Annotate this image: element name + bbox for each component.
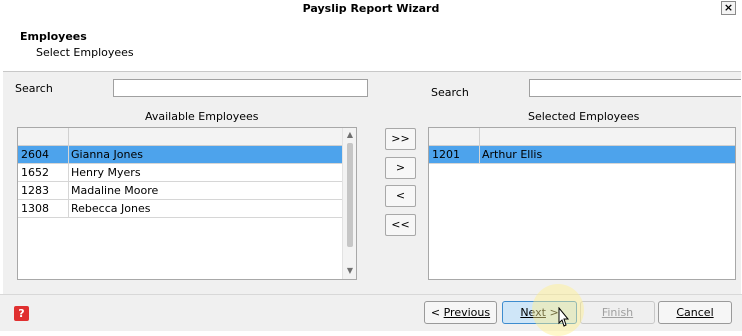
- scroll-down-icon[interactable]: ▼: [343, 265, 356, 277]
- help-icon[interactable]: ?: [14, 306, 29, 321]
- grid-header: [429, 128, 735, 146]
- wizard-body: Search Available Employees 2604 Gianna Jo…: [3, 71, 741, 295]
- left-search-input[interactable]: [113, 79, 368, 97]
- step-title: Employees: [20, 30, 87, 43]
- wizard-header: Employees Select Employees: [0, 18, 742, 71]
- previous-prefix: <: [430, 306, 444, 319]
- finish-button[interactable]: Finish: [580, 301, 655, 324]
- cancel-label: Cancel: [676, 306, 714, 319]
- remove-selected-button[interactable]: <: [385, 185, 416, 207]
- mouse-cursor-icon: [558, 307, 570, 327]
- available-employees-grid[interactable]: 2604 Gianna Jones 1652 Henry Myers 1283 Madal…: [17, 127, 357, 280]
- employee-id: 1652: [21, 166, 49, 179]
- previous-button[interactable]: < Previous: [424, 301, 497, 324]
- scroll-up-icon[interactable]: ▲: [343, 129, 356, 141]
- right-search-input[interactable]: [529, 79, 741, 97]
- employee-row[interactable]: 1308 Rebecca Jones: [18, 200, 342, 218]
- window-title: Payslip Report Wizard: [302, 2, 440, 15]
- employee-id: 1201: [432, 148, 460, 161]
- selected-employees-title: Selected Employees: [528, 110, 640, 123]
- grid-header: [18, 128, 356, 146]
- employee-name: Madaline Moore: [71, 184, 159, 197]
- employee-row[interactable]: 1201 Arthur Ellis: [429, 146, 735, 164]
- employee-row[interactable]: 1652 Henry Myers: [18, 164, 342, 182]
- available-grid-scrollbar[interactable]: ▲ ▼: [342, 128, 356, 279]
- employee-id: 1283: [21, 184, 49, 197]
- finish-label: Finish: [601, 306, 634, 319]
- title-bar: Payslip Report Wizard ×: [0, 0, 742, 18]
- wizard-footer: ? < Previous Next > Finish Cancel: [0, 294, 742, 331]
- scroll-thumb[interactable]: [347, 143, 353, 247]
- column-separator: [68, 164, 69, 181]
- previous-label: Previous: [443, 306, 491, 319]
- add-all-button[interactable]: >>: [385, 128, 416, 150]
- left-search-label: Search: [15, 82, 53, 95]
- add-selected-button[interactable]: >: [385, 157, 416, 179]
- employee-name: Arthur Ellis: [482, 148, 543, 161]
- employee-name: Henry Myers: [71, 166, 141, 179]
- column-separator: [479, 146, 480, 163]
- right-search-label: Search: [431, 86, 469, 99]
- employee-row[interactable]: 2604 Gianna Jones: [18, 146, 342, 164]
- close-button[interactable]: ×: [721, 1, 736, 15]
- available-employees-title: Available Employees: [145, 110, 259, 123]
- employee-row[interactable]: 1283 Madaline Moore: [18, 182, 342, 200]
- remove-all-button[interactable]: <<: [385, 214, 416, 236]
- employee-id: 1308: [21, 202, 49, 215]
- employee-name: Gianna Jones: [71, 148, 143, 161]
- column-separator: [68, 200, 69, 217]
- employee-id: 2604: [21, 148, 49, 161]
- column-separator: [68, 182, 69, 199]
- cancel-button[interactable]: Cancel: [658, 301, 732, 324]
- employee-name: Rebecca Jones: [71, 202, 151, 215]
- column-separator: [68, 146, 69, 163]
- selected-employees-grid[interactable]: 1201 Arthur Ellis: [428, 127, 736, 280]
- step-subtitle: Select Employees: [36, 46, 134, 59]
